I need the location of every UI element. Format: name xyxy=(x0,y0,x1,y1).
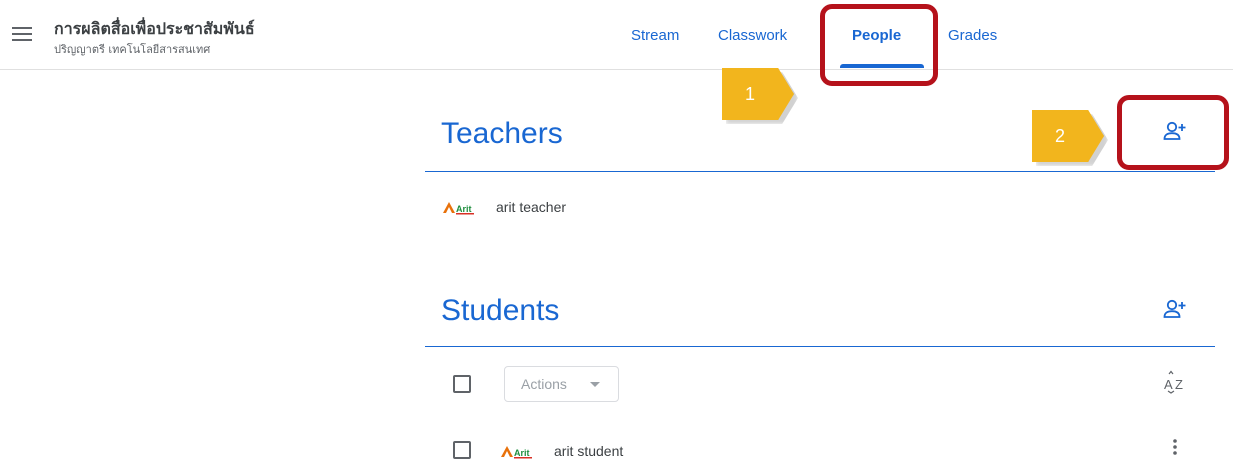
arit-logo-avatar: Arit xyxy=(442,199,476,215)
arit-logo-avatar: Arit xyxy=(500,443,534,459)
more-vert-icon[interactable] xyxy=(1167,438,1183,460)
student-row[interactable]: Arit arit student xyxy=(500,443,623,459)
students-divider xyxy=(425,346,1215,347)
annotation-number-2: 2 xyxy=(1054,126,1065,146)
tab-classwork[interactable]: Classwork xyxy=(718,27,787,44)
dropdown-caret-icon xyxy=(590,382,600,387)
teacher-name: arit teacher xyxy=(496,199,567,215)
sort-az-icon[interactable]: A Z xyxy=(1163,370,1187,394)
teachers-divider xyxy=(425,171,1215,172)
classroom-people-page: การผลิตสื่อเพื่อประชาสัมพันธ์ ปริญญาตรี … xyxy=(0,0,1233,460)
svg-text:Arit: Arit xyxy=(514,448,530,458)
teachers-heading: Teachers xyxy=(441,117,563,150)
tab-grades[interactable]: Grades xyxy=(948,27,997,44)
hamburger-menu-icon[interactable] xyxy=(12,26,32,42)
tab-stream[interactable]: Stream xyxy=(631,27,679,44)
select-all-checkbox[interactable] xyxy=(453,375,471,393)
invite-person-icon[interactable] xyxy=(1161,296,1189,324)
svg-text:Arit: Arit xyxy=(456,204,472,214)
actions-dropdown[interactable]: Actions xyxy=(504,366,619,402)
top-app-bar: การผลิตสื่อเพื่อประชาสัมพันธ์ ปริญญาตรี … xyxy=(0,0,1233,70)
class-title[interactable]: การผลิตสื่อเพื่อประชาสัมพันธ์ xyxy=(54,17,255,42)
students-heading: Students xyxy=(441,294,560,327)
actions-label: Actions xyxy=(521,376,567,392)
svg-text:Z: Z xyxy=(1175,377,1183,392)
annotation-number-1: 1 xyxy=(744,84,755,104)
teacher-row[interactable]: Arit arit teacher xyxy=(442,199,566,215)
annotation-highlight-people-tab xyxy=(820,4,938,86)
student-checkbox[interactable] xyxy=(453,441,471,459)
student-name: arit student xyxy=(554,443,624,459)
svg-text:A: A xyxy=(1164,377,1173,392)
class-subtitle: ปริญญาตรี เทคโนโลยีสารสนเทศ xyxy=(54,43,211,56)
invite-person-icon[interactable] xyxy=(1161,118,1189,146)
